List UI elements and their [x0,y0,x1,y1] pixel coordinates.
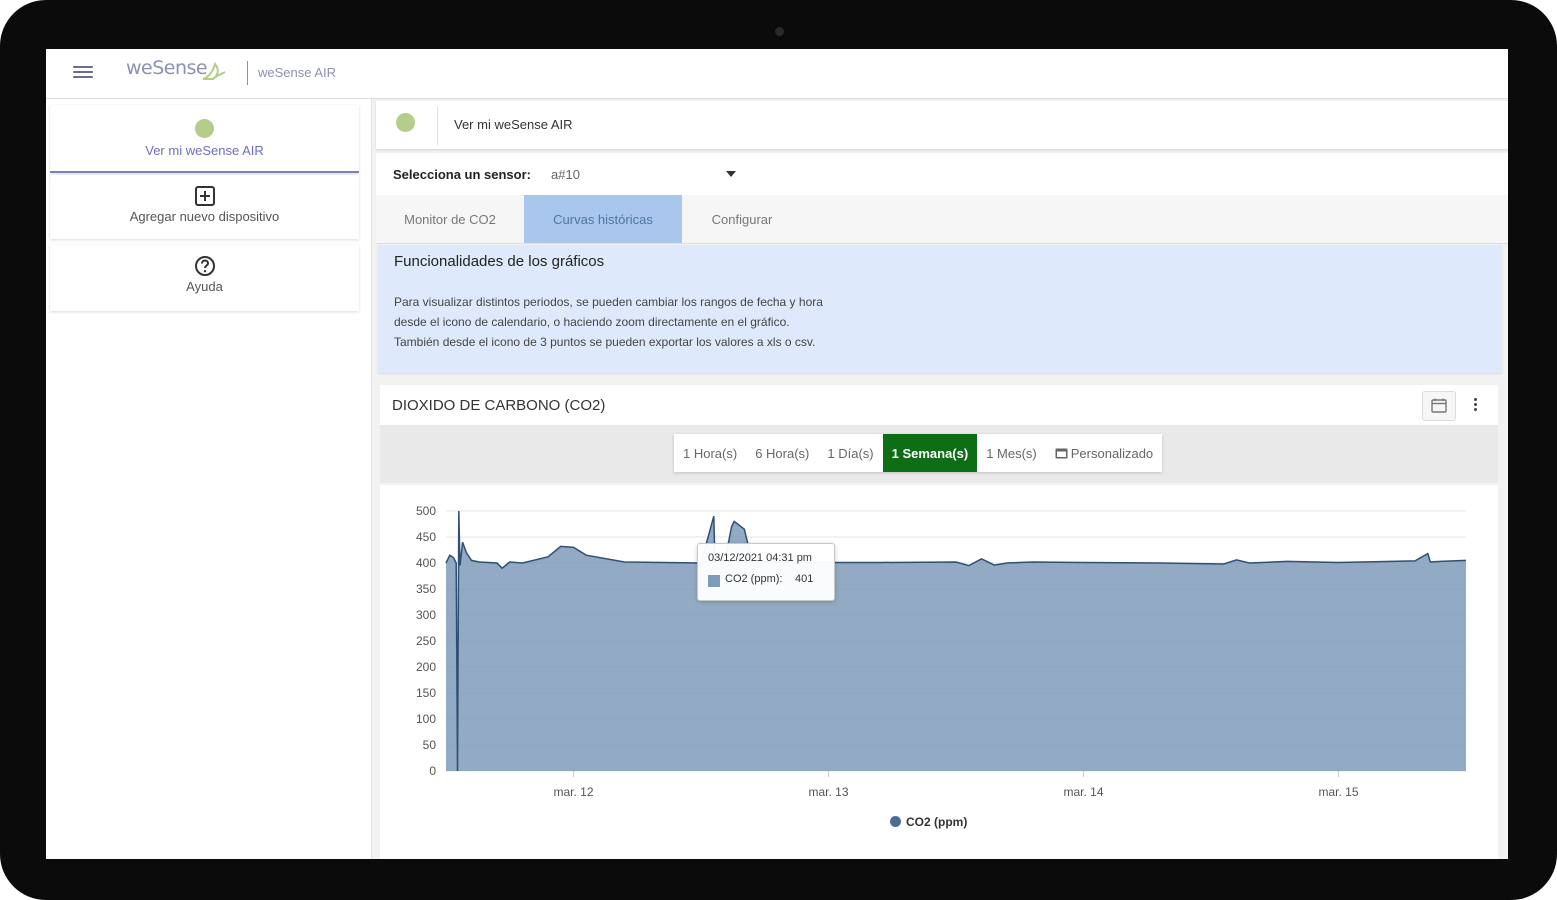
range-selector-strip: 1 Hora(s) 6 Hora(s) 1 Día(s) 1 Semana(s)… [380,425,1498,483]
device-divider [437,107,438,145]
calendar-icon [1431,398,1447,413]
legend-marker-icon [890,816,901,827]
x-tick-label: mar. 13 [808,785,848,799]
x-tick-label: mar. 15 [1318,785,1358,799]
help-icon [194,256,215,276]
range-selector: 1 Hora(s) 6 Hora(s) 1 Día(s) 1 Semana(s)… [674,434,1163,472]
calendar-icon [1055,448,1068,459]
sensor-select-value[interactable]: a#10 [551,167,580,182]
menu-icon[interactable] [73,63,93,81]
range-custom-label: Personalizado [1070,446,1154,461]
sidebar-item-view-device[interactable]: Ver mi weSense AIR [50,105,359,173]
sensor-select-label: Selecciona un sensor: [393,167,531,182]
y-tick-label: 450 [416,530,436,544]
y-tick-label: 350 [416,582,436,596]
sidebar-item-label: Ver mi weSense AIR [145,143,264,158]
tab-historical-curves[interactable]: Curvas históricas [524,195,682,243]
header-divider [247,61,248,85]
x-tick-label: mar. 14 [1063,785,1103,799]
co2-area [446,511,1466,771]
tab-bar: Monitor de CO2 Curvas históricas Configu… [376,195,1508,244]
sidebar: Ver mi weSense AIR Agregar nuevo disposi… [46,99,372,859]
chart-legend[interactable]: CO2 (ppm) [890,815,967,829]
range-1-day-button[interactable]: 1 Día(s) [818,434,882,472]
main-content: Ver mi weSense AIR Selecciona un sensor:… [372,99,1508,859]
chart-card-header: DIOXIDO DE CARBONO (CO2) [380,385,1498,425]
y-tick-label: 50 [423,738,437,752]
chart-tooltip: 03/12/2021 04:31 pm CO2 (ppm): 401 [697,543,835,601]
device-name: Ver mi weSense AIR [454,117,573,132]
info-line: desde el icono de calendario, o haciendo… [394,315,790,329]
tooltip-value: 401 [795,573,814,585]
info-line: Para visualizar distintos periodos, se p… [394,295,823,309]
more-options-icon[interactable] [1474,398,1477,413]
range-1-week-button[interactable]: 1 Semana(s) [882,434,978,472]
x-tick-label: mar. 12 [553,785,593,799]
tab-configure[interactable]: Configurar [682,195,802,243]
tooltip-swatch [708,575,720,587]
range-1-month-button[interactable]: 1 Mes(s) [977,434,1046,472]
y-tick-label: 300 [416,608,436,622]
logo-text: weSense [126,57,208,79]
sidebar-item-add-device[interactable]: Agregar nuevo dispositivo [50,175,359,239]
camera-dot [775,27,784,36]
y-tick-label: 400 [416,556,436,570]
app-name: weSense AIR [258,65,337,80]
device-header: Ver mi weSense AIR [376,101,1508,149]
y-tick-label: 250 [416,634,436,648]
y-tick-label: 500 [416,504,436,518]
co2-chart-svg[interactable]: 0 50 100 150 200 250 300 350 400 450 500 mar. 12 mar… [380,485,1498,859]
co2-chart[interactable]: 0 50 100 150 200 250 300 350 400 450 500 mar. 12 mar… [380,485,1498,859]
info-line: También desde el icono de 3 puntos se pu… [394,335,816,349]
app-screen: weSense weSense AIR Ver mi weSense AIR A… [46,49,1508,859]
status-dot-icon [195,119,214,138]
tooltip-series: CO2 (ppm): [725,573,783,585]
legend-label: CO2 (ppm) [906,815,968,829]
y-tick-label: 100 [416,712,436,726]
sidebar-item-label: Agregar nuevo dispositivo [129,209,280,224]
leaf-logo-icon [202,61,226,80]
sensor-select[interactable]: Selecciona un sensor: a#10 [376,153,1508,195]
tooltip-date: 03/12/2021 04:31 pm [708,552,812,564]
range-6-hours-button[interactable]: 6 Hora(s) [746,434,818,472]
chart-card-title: DIOXIDO DE CARBONO (CO2) [392,397,606,414]
y-tick-label: 0 [429,764,436,778]
sidebar-item-label: Ayuda [186,279,223,294]
y-tick-label: 150 [416,686,436,700]
device-status-icon [396,113,415,132]
info-title: Funcionalidades de los gráficos [394,253,605,270]
y-tick-label: 200 [416,660,436,674]
calendar-button[interactable] [1422,391,1456,421]
chevron-down-icon[interactable] [726,171,736,177]
sidebar-item-help[interactable]: Ayuda [50,245,359,311]
info-panel: Funcionalidades de los gráficos Para vis… [378,245,1502,373]
top-bar: weSense weSense AIR [46,49,1508,99]
add-box-icon [194,186,215,206]
tablet-frame: weSense weSense AIR Ver mi weSense AIR A… [0,0,1557,900]
range-custom-button[interactable]: Personalizado [1046,434,1162,472]
tab-co2-monitor[interactable]: Monitor de CO2 [376,195,524,243]
range-1-hour-button[interactable]: 1 Hora(s) [674,434,746,472]
